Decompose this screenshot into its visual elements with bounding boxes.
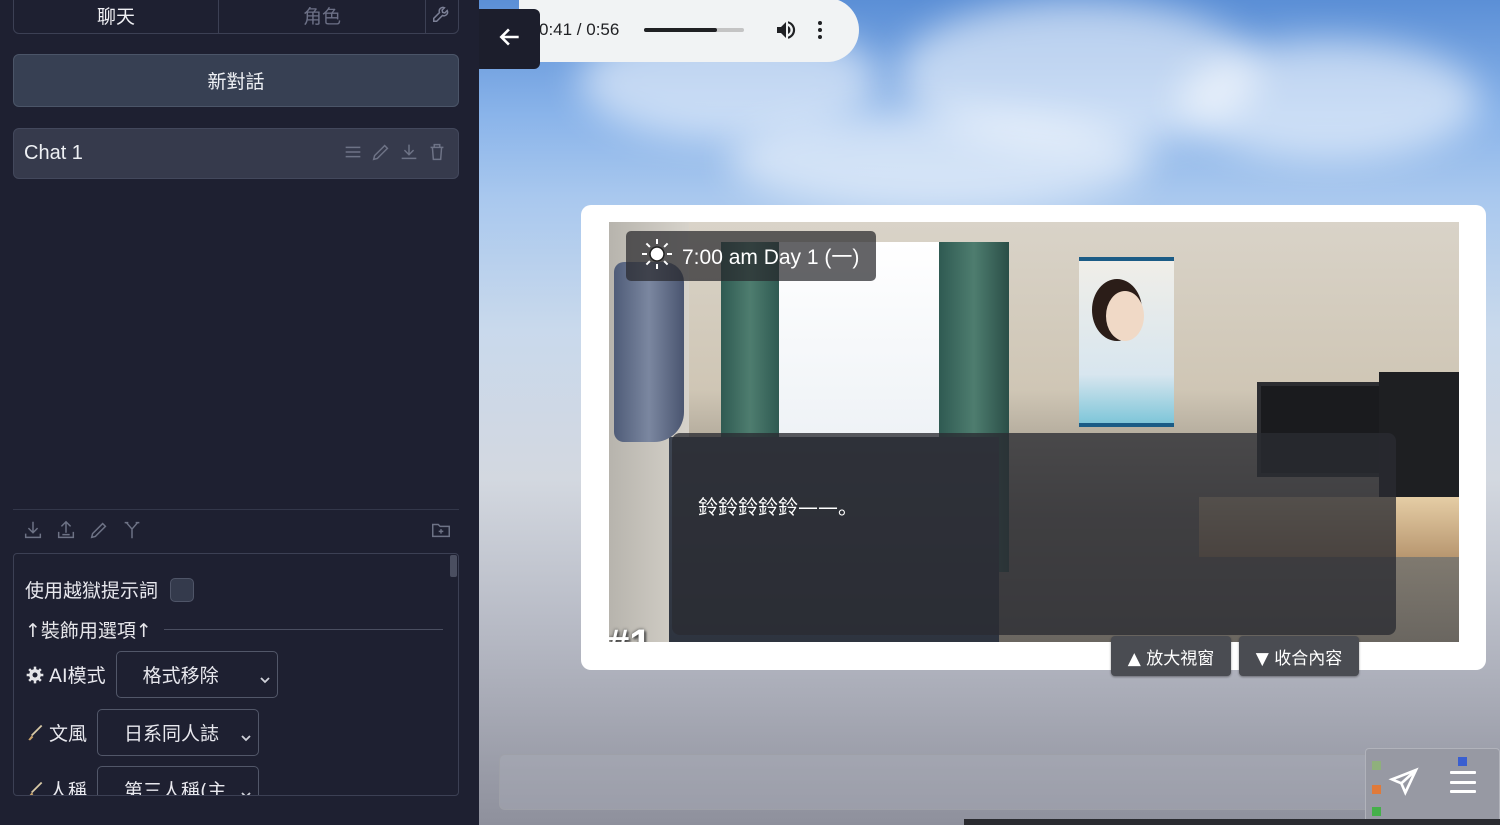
ai-mode-option: AI模式 格式移除 xyxy=(25,651,278,698)
options-panel[interactable]: 使用越獄提示詞 ↑裝飾用選項↑ AI模式 格式移除 文風 日系同人誌 人稱 第三… xyxy=(13,553,459,796)
arrow-left-icon xyxy=(497,24,523,54)
sidebar-divider xyxy=(13,509,459,510)
chevron-down-icon xyxy=(240,784,252,795)
tab-role[interactable]: 角色 xyxy=(219,0,426,33)
sidebar: 聊天 角色 新對話 Chat 1 使用越獄提示詞 ↑裝飾用選項↑ AI模式 格式… xyxy=(0,0,479,825)
message-input[interactable] xyxy=(499,754,1384,810)
chat-list-item[interactable]: Chat 1 xyxy=(13,128,459,179)
trash-icon[interactable] xyxy=(426,141,448,167)
ai-mode-select[interactable]: 格式移除 xyxy=(115,651,278,698)
more-vert-icon[interactable] xyxy=(816,18,824,42)
chevron-down-icon xyxy=(240,727,252,742)
scene-image: 7:00 am Day 1 (一) 鈴鈴鈴鈴鈴——。 #1 xyxy=(609,222,1459,642)
input-actions xyxy=(1365,748,1500,825)
brush-icon xyxy=(25,723,45,743)
import-icon[interactable] xyxy=(55,519,77,545)
download-icon[interactable] xyxy=(398,141,420,167)
jailbreak-label: 使用越獄提示詞 xyxy=(25,580,159,602)
decor-section-header: ↑裝飾用選項↑ xyxy=(25,616,443,643)
style-option: 文風 日系同人誌 xyxy=(25,709,260,756)
menu-icon[interactable] xyxy=(1450,771,1476,793)
chat-item-actions xyxy=(342,141,458,167)
send-icon[interactable] xyxy=(1388,766,1420,798)
options-scrollbar[interactable] xyxy=(450,555,457,577)
person-label: 人稱 xyxy=(49,780,88,796)
folder-add-icon[interactable] xyxy=(430,519,452,545)
drag-handle-icon[interactable] xyxy=(342,141,364,167)
chat-item-label: Chat 1 xyxy=(24,142,83,164)
new-chat-button[interactable]: 新對話 xyxy=(13,54,459,107)
tab-tools[interactable] xyxy=(426,0,458,33)
person-value: 第三人稱(主 xyxy=(124,780,227,796)
person-select[interactable]: 第三人稱(主 xyxy=(97,766,260,796)
collapse-content-button[interactable]: ▼ 收合內容 xyxy=(1239,636,1359,676)
jailbreak-checkbox[interactable] xyxy=(170,577,195,602)
gear-icon xyxy=(25,665,45,685)
dialog-text: 鈴鈴鈴鈴鈴——。 xyxy=(698,495,858,519)
sidebar-toolbar xyxy=(22,519,452,545)
ai-mode-value: 格式移除 xyxy=(142,665,219,687)
decor-section-label: ↑裝飾用選項↑ xyxy=(25,620,152,642)
expand-window-button[interactable]: ▲ 放大視窗 xyxy=(1111,636,1231,676)
audio-progress-fill xyxy=(644,28,717,32)
sun-icon xyxy=(640,237,674,275)
back-button[interactable] xyxy=(479,9,540,69)
audio-player[interactable]: 0:41 / 0:56 xyxy=(519,0,859,62)
style-value: 日系同人誌 xyxy=(124,723,220,745)
ai-mode-label: AI模式 xyxy=(49,665,106,687)
chevron-down-icon xyxy=(259,669,271,684)
edit-icon[interactable] xyxy=(370,141,392,167)
message-index: #1 xyxy=(609,622,652,642)
export-icon[interactable] xyxy=(22,519,44,545)
audio-progress-slider[interactable] xyxy=(644,28,744,32)
person-option: 人稱 第三人稱(主 xyxy=(25,766,260,796)
main-area: 0:41 / 0:56 7:00 am Day 1 (一) 鈴鈴鈴鈴鈴——。 ▲… xyxy=(479,0,1500,825)
style-select[interactable]: 日系同人誌 xyxy=(97,709,260,756)
brush-icon xyxy=(25,780,45,795)
dialog-box: 鈴鈴鈴鈴鈴——。 xyxy=(672,433,1396,635)
sidebar-tabs: 聊天 角色 xyxy=(13,0,459,34)
branch-icon[interactable] xyxy=(121,519,143,545)
poster xyxy=(1079,257,1174,427)
audio-time: 0:41 / 0:56 xyxy=(539,20,620,39)
wrench-icon xyxy=(431,2,453,29)
pencil-icon[interactable] xyxy=(88,519,110,545)
bottom-scrollbar[interactable] xyxy=(964,819,1500,825)
style-label: 文風 xyxy=(49,723,88,745)
message-card: 7:00 am Day 1 (一) 鈴鈴鈴鈴鈴——。 #1 ▲ 放大視窗 ▼ 收… xyxy=(581,205,1486,676)
time-badge-text: 7:00 am Day 1 (一) xyxy=(682,246,860,269)
tab-chat[interactable]: 聊天 xyxy=(14,0,219,33)
time-badge: 7:00 am Day 1 (一) xyxy=(626,231,876,281)
volume-icon[interactable] xyxy=(774,18,798,42)
jailbreak-option: 使用越獄提示詞 xyxy=(25,576,195,603)
